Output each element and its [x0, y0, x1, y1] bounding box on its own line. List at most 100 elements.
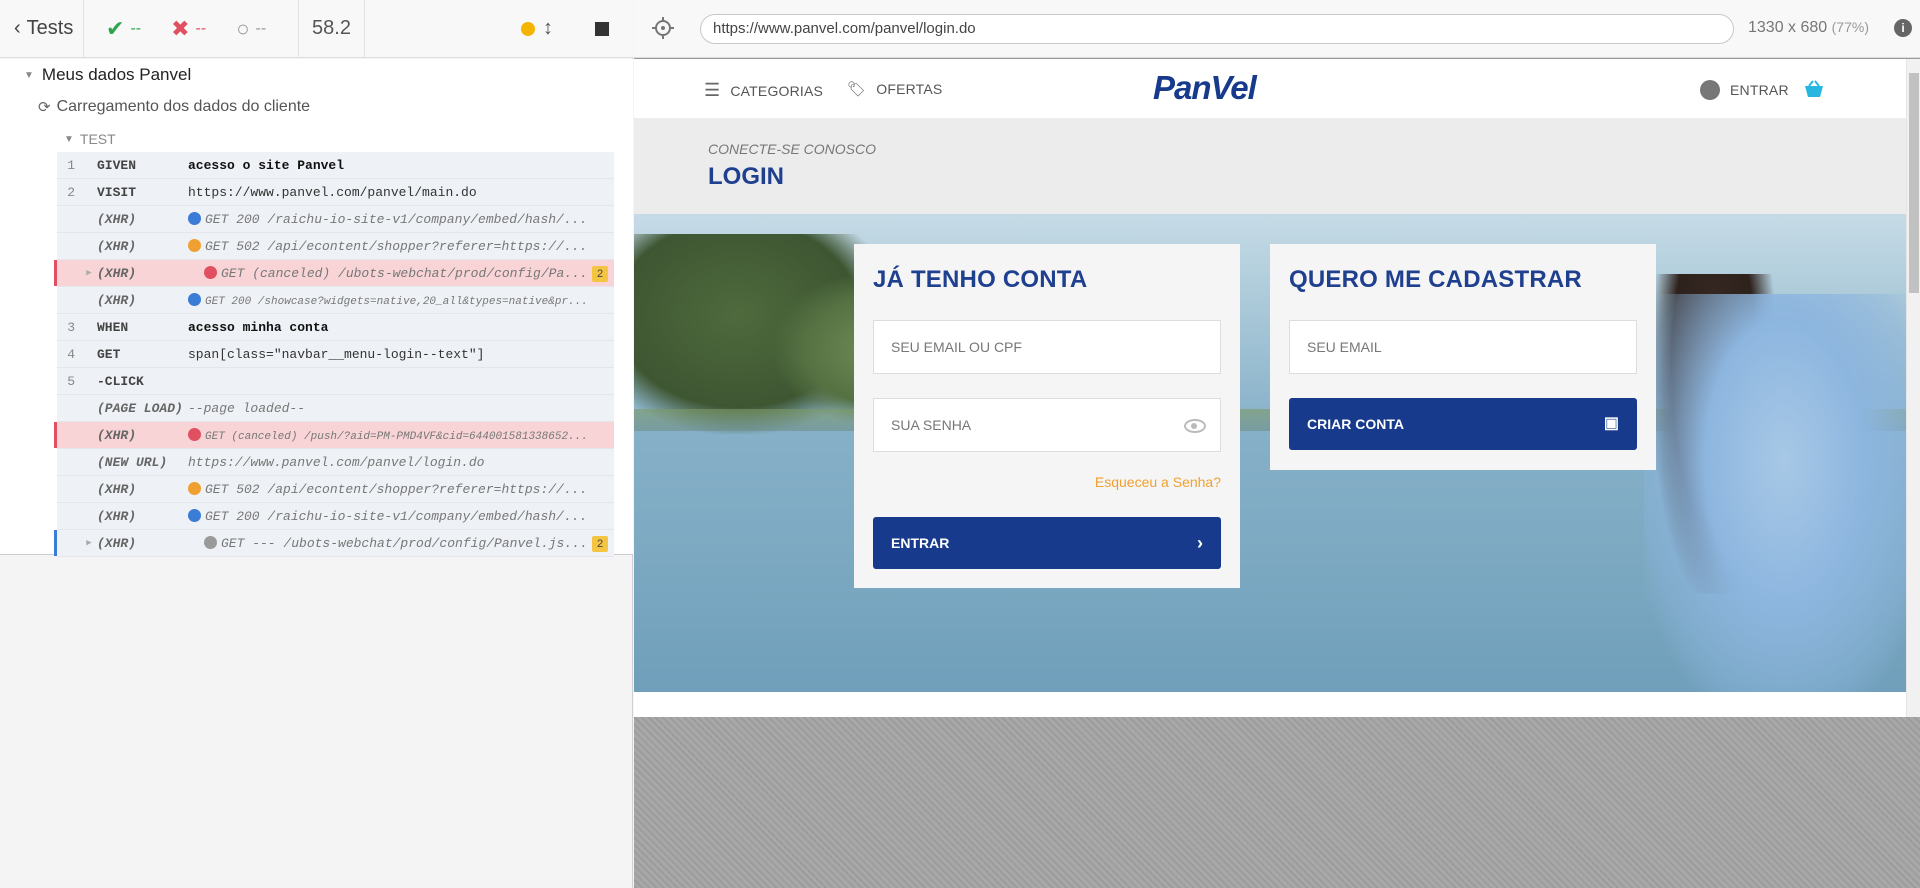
email-cpf-field[interactable]: SEU EMAIL OU CPF	[873, 320, 1221, 374]
viewport-empty-area	[634, 717, 1920, 888]
aut-url-field[interactable]: https://www.panvel.com/panvel/login.do	[700, 14, 1734, 44]
create-account-label: CRIAR CONTA	[1307, 416, 1404, 432]
section-label: TEST	[79, 131, 116, 147]
command-message-text: GET (canceled) /push/?aid=PM-PMD4VF&cid=…	[205, 430, 588, 443]
command-row[interactable]: ▶ (XHR) GET (canceled) /ubots-webchat/prod…	[54, 260, 614, 287]
command-row[interactable]: 4 GET span[class="navbar__menu-login--text…	[57, 341, 614, 368]
command-name: (XHR)	[97, 292, 137, 308]
command-row[interactable]: (XHR) GET 502 /api/econtent/shopper?refer…	[57, 476, 614, 503]
status-dot-icon	[188, 238, 201, 252]
nav-categories[interactable]: ☰ CATEGORIAS	[704, 80, 823, 101]
crosshair-icon[interactable]	[652, 17, 674, 39]
command-row[interactable]: (XHR) GET (canceled) /push/?aid=PM-PMD4VF…	[54, 422, 614, 449]
forgot-password-link[interactable]: Esqueceu a Senha?	[1095, 474, 1221, 490]
command-name: GET	[97, 346, 121, 362]
command-name: GIVEN	[97, 157, 137, 173]
command-message: GET 502 /api/econtent/shopper?referer=ht…	[178, 481, 614, 497]
login-submit-button[interactable]: ENTRAR ›	[873, 517, 1221, 569]
command-number: 5	[67, 373, 75, 389]
command-number: 2	[67, 184, 75, 200]
command-message-text: GET 502 /api/econtent/shopper?referer=ht…	[205, 481, 588, 497]
command-row[interactable]: (XHR) GET 200 /raichu-io-site-v1/company/…	[57, 503, 614, 530]
runner-header: ‹ Tests ✔ -- ✖ -- ○ -- 58.2 ↕	[0, 0, 633, 58]
stop-button[interactable]	[595, 21, 609, 36]
section-header[interactable]: ▼ TEST	[64, 131, 116, 147]
command-message-text: GET 200 /raichu-io-site-v1/company/embed…	[205, 211, 588, 227]
command-message: GET --- /ubots-webchat/prod/config/Panve…	[194, 535, 614, 551]
panvel-navbar: ☰ CATEGORIAS 🏷 OFERTAS PanVel ENTRAR	[634, 59, 1906, 119]
auto-scroll-toggle[interactable]: ↕	[521, 17, 553, 40]
command-message: acesso o site Panvel	[178, 158, 614, 173]
command-name: WHEN	[97, 319, 129, 335]
nav-login[interactable]: ENTRAR	[1700, 80, 1789, 100]
test-runner-panel: ‹ Tests ✔ -- ✖ -- ○ -- 58.2 ↕ ▼ Meus dad…	[0, 0, 633, 888]
command-name: (XHR)	[97, 265, 137, 281]
command-row[interactable]: (NEW URL) https://www.panvel.com/panvel/l…	[57, 449, 614, 476]
test-title[interactable]: ⟳ Carregamento dos dados do cliente	[38, 98, 310, 116]
command-row[interactable]: 5 -CLICK	[57, 368, 614, 395]
command-message-text: GET 502 /api/econtent/shopper?referer=ht…	[205, 238, 588, 254]
expand-icon[interactable]: ▶	[81, 268, 97, 278]
command-name: (XHR)	[97, 481, 137, 497]
caret-down-icon: ▼	[24, 69, 34, 81]
cross-icon: ✖	[171, 15, 190, 41]
command-number: 1	[67, 157, 75, 173]
command-row[interactable]: 1 GIVEN acesso o site Panvel	[57, 152, 614, 179]
viewport-dimensions: 1330 x 680	[1748, 19, 1828, 36]
count-badge: 2	[592, 536, 608, 552]
tests-back-button[interactable]: ‹ Tests	[0, 0, 84, 58]
id-card-icon: ▣	[1603, 415, 1619, 432]
command-row[interactable]: 3 WHEN acesso minha conta	[57, 314, 614, 341]
info-icon[interactable]: i	[1894, 19, 1912, 37]
eye-icon[interactable]	[1184, 419, 1206, 433]
failed-count: --	[195, 19, 207, 37]
command-row[interactable]: (XHR) GET 502 /api/econtent/shopper?refer…	[57, 233, 614, 260]
passed-count: --	[130, 19, 142, 37]
create-account-button[interactable]: CRIAR CONTA ▣	[1289, 398, 1637, 450]
command-log: ▼ Meus dados Panvel ⟳ Carregamento dos d…	[0, 59, 633, 557]
failed-stat: ✖ --	[171, 16, 206, 42]
aut-url-bar: https://www.panvel.com/panvel/login.do 1…	[634, 0, 1920, 58]
signup-email-field[interactable]: SEU EMAIL	[1289, 320, 1637, 374]
suite-title[interactable]: ▼ Meus dados Panvel	[24, 65, 191, 85]
command-row[interactable]: (PAGE LOAD) --page loaded--	[57, 395, 614, 422]
status-dot-icon	[204, 535, 217, 549]
command-name: (NEW URL)	[97, 454, 168, 470]
status-dot-icon	[188, 211, 201, 225]
command-message: GET 200 /raichu-io-site-v1/company/embed…	[178, 508, 614, 524]
signup-card: QUERO ME CADASTRAR SEU EMAIL CRIAR CONTA…	[1270, 244, 1656, 470]
scrollbar-thumb[interactable]	[1909, 73, 1919, 293]
command-name: (XHR)	[97, 508, 137, 524]
login-header: CONECTE-SE CONOSCO LOGIN	[634, 119, 1906, 214]
command-row[interactable]: (XHR) GET 200 /showcase?widgets=native,20…	[57, 287, 614, 314]
panvel-logo[interactable]: PanVel	[1153, 69, 1257, 107]
command-row[interactable]: ▶ (XHR) GET --- /ubots-webchat/prod/config…	[54, 530, 614, 557]
login-title: LOGIN	[708, 163, 784, 190]
chevron-left-icon: ‹	[14, 17, 21, 39]
command-message-text: https://www.panvel.com/panvel/login.do	[188, 454, 485, 470]
user-icon	[1700, 80, 1720, 100]
basket-icon	[1805, 80, 1823, 97]
suite-title-label: Meus dados Panvel	[41, 65, 192, 84]
cart-button[interactable]	[1804, 80, 1824, 98]
login-card: JÁ TENHO CONTA SEU EMAIL OU CPF SUA SENH…	[854, 244, 1240, 588]
password-field[interactable]: SUA SENHA	[873, 398, 1221, 452]
command-message: --page loaded--	[178, 401, 614, 416]
command-message: GET (canceled) /push/?aid=PM-PMD4VF&cid=…	[178, 427, 614, 443]
run-stats: ✔ -- ✖ -- ○ --	[84, 0, 299, 58]
nav-offers[interactable]: 🏷 OFERTAS	[847, 80, 942, 98]
command-row[interactable]: 2 VISIT https://www.panvel.com/panvel/main…	[57, 179, 614, 206]
run-duration: 58.2	[299, 0, 365, 58]
command-message: GET 502 /api/econtent/shopper?referer=ht…	[178, 238, 614, 254]
command-row[interactable]: (XHR) GET 200 /raichu-io-site-v1/company/…	[57, 206, 614, 233]
status-dot-icon	[204, 265, 217, 279]
aut-scrollbar[interactable]	[1906, 59, 1920, 717]
command-list: 1 GIVEN acesso o site Panvel 2 VISIT https://…	[54, 152, 614, 557]
command-message: GET (canceled) /ubots-webchat/prod/confi…	[194, 265, 614, 281]
pending-count: --	[255, 19, 267, 37]
expand-icon[interactable]: ▶	[81, 538, 97, 548]
command-name: (PAGE LOAD)	[97, 400, 183, 416]
nav-offers-label: OFERTAS	[876, 81, 943, 97]
login-submit-label: ENTRAR	[891, 535, 950, 551]
test-title-label: Carregamento dos dados do cliente	[56, 98, 311, 115]
